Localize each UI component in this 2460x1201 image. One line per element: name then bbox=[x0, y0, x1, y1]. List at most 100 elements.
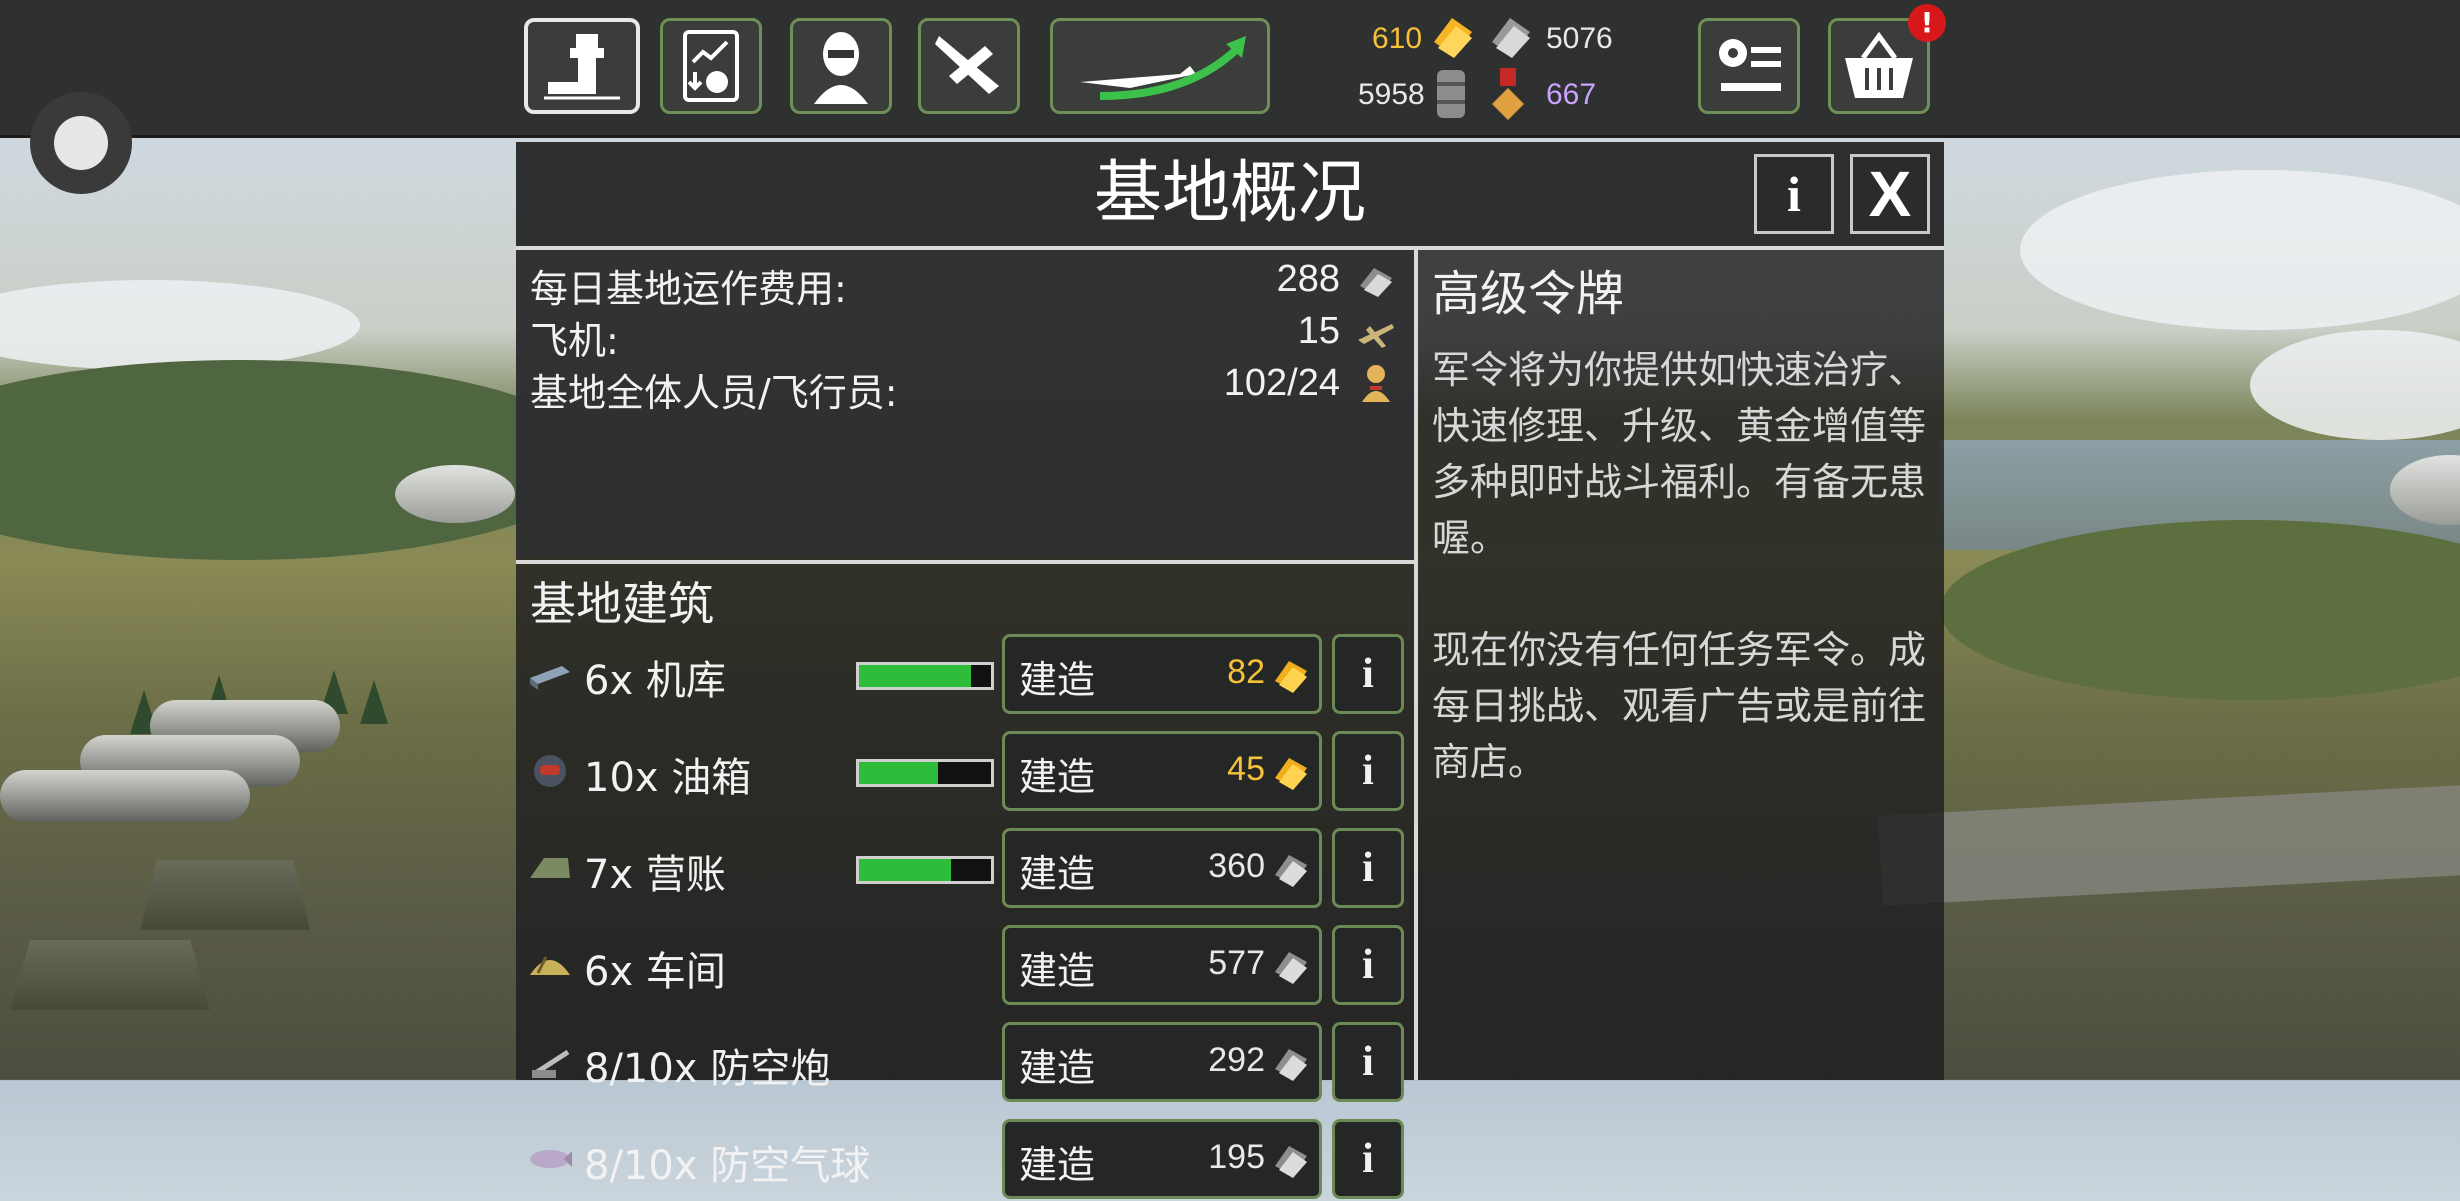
base-stats: 每日基地运作费用: 288 飞机: 15 基地全体人员/飞行员: 102/24 bbox=[516, 250, 1414, 558]
building-info-button[interactable]: i bbox=[1332, 731, 1404, 811]
fuel-tank bbox=[0, 770, 250, 822]
base-overview-tab[interactable] bbox=[524, 18, 640, 114]
silver-icon bbox=[1271, 851, 1311, 889]
building-row-workshop: 6x 车间 建造 577 i bbox=[516, 923, 1414, 1007]
settings-button[interactable] bbox=[1698, 18, 1800, 114]
aircraft-label: 飞机: bbox=[530, 319, 619, 363]
build-progress-bar bbox=[856, 662, 994, 690]
view-toggle-button[interactable] bbox=[30, 92, 132, 194]
panel-info-button[interactable]: i bbox=[1754, 154, 1834, 234]
shopping-basket-icon bbox=[1845, 31, 1913, 98]
build-cost: 82 bbox=[1227, 653, 1265, 691]
plane-icon bbox=[1358, 324, 1394, 348]
panel-title: 基地概况 bbox=[1093, 154, 1366, 233]
info-icon: i bbox=[1362, 942, 1374, 988]
fighter-plane-icon bbox=[935, 36, 999, 94]
premium-orders-status: 现在你没有任何任务军令。成每日挑战、观看广告或是前往商店。 bbox=[1432, 628, 1927, 784]
cloud bbox=[2250, 330, 2460, 440]
info-icon: i bbox=[1362, 748, 1374, 794]
building-info-button[interactable]: i bbox=[1332, 1119, 1404, 1199]
barrage-balloon-icon bbox=[528, 1139, 572, 1179]
info-icon: i bbox=[1362, 845, 1374, 891]
section-divider bbox=[516, 560, 1414, 564]
build-button[interactable]: 建造 195 bbox=[1002, 1119, 1322, 1199]
close-icon: X bbox=[1868, 158, 1912, 230]
tree bbox=[360, 680, 388, 724]
silver-count: 5076 bbox=[1546, 22, 1613, 55]
build-progress-fill bbox=[859, 762, 939, 784]
info-icon: i bbox=[1362, 1039, 1374, 1085]
personnel-label: 基地全体人员/飞行员: bbox=[530, 371, 898, 415]
runway bbox=[1878, 784, 2460, 906]
fuel-tank-icon bbox=[528, 751, 572, 791]
building-row-fuel-tank: 10x 油箱 建造 45 i bbox=[516, 729, 1414, 813]
medal-icon bbox=[1492, 68, 1524, 120]
pilots-tab[interactable] bbox=[790, 18, 892, 114]
close-button[interactable]: X bbox=[1850, 154, 1930, 234]
building-row-hangar: 6x 机库 建造 82 i bbox=[516, 632, 1414, 716]
build-progress-fill bbox=[859, 665, 972, 687]
build-button[interactable]: 建造 45 bbox=[1002, 731, 1322, 811]
building-label: 10x 油箱 bbox=[584, 755, 752, 801]
personnel-value: 102/24 bbox=[1223, 362, 1340, 404]
pilot-badge-icon bbox=[1362, 365, 1390, 402]
aircraft-tab[interactable] bbox=[918, 18, 1020, 114]
hill bbox=[0, 360, 600, 560]
silver-icon bbox=[1271, 1045, 1311, 1083]
daily-cost-value: 288 bbox=[1276, 258, 1340, 300]
statistics-tab[interactable] bbox=[660, 18, 762, 114]
building-label: 8/10x 防空气球 bbox=[584, 1143, 871, 1189]
build-button-label: 建造 bbox=[1019, 1046, 1096, 1090]
tent bbox=[140, 860, 310, 930]
fuel-barrel-icon bbox=[1437, 70, 1465, 118]
building-info-button[interactable]: i bbox=[1332, 828, 1404, 908]
build-button[interactable]: 建造 360 bbox=[1002, 828, 1322, 908]
top-bar: 610 5076 5958 667 ! bbox=[0, 0, 2460, 138]
silver-icon bbox=[1360, 268, 1392, 297]
info-icon: i bbox=[1362, 651, 1374, 697]
building-info-button[interactable]: i bbox=[1332, 634, 1404, 714]
gold-icon bbox=[1271, 754, 1311, 792]
silver-bars-icon bbox=[1492, 18, 1530, 58]
aircraft-value: 15 bbox=[1297, 310, 1340, 352]
chart-icon bbox=[683, 30, 739, 102]
build-button[interactable]: 建造 82 bbox=[1002, 634, 1322, 714]
column-divider bbox=[1414, 250, 1418, 1080]
build-cost: 292 bbox=[1208, 1041, 1265, 1079]
anti-aircraft-gun-icon bbox=[528, 1042, 572, 1082]
daily-cost-label: 每日基地运作费用: bbox=[530, 267, 847, 311]
building-row-barrage-balloon: 8/10x 防空气球 建造 195 i bbox=[516, 1117, 1414, 1201]
build-button[interactable]: 建造 577 bbox=[1002, 925, 1322, 1005]
cloud bbox=[2020, 170, 2460, 330]
fuel-count: 5958 bbox=[1358, 78, 1425, 111]
build-cost: 45 bbox=[1227, 750, 1265, 788]
silver-icon bbox=[1271, 948, 1311, 986]
build-button-label: 建造 bbox=[1019, 755, 1096, 799]
medals-count: 667 bbox=[1546, 78, 1597, 111]
cloud bbox=[0, 280, 360, 370]
build-button[interactable]: 建造 292 bbox=[1002, 1022, 1322, 1102]
upgrade-tab[interactable] bbox=[1050, 18, 1270, 114]
building-row-barracks: 7x 营账 建造 360 i bbox=[516, 826, 1414, 910]
silver-icon bbox=[1271, 1142, 1311, 1180]
pilot-icon bbox=[814, 32, 868, 104]
building-info-button[interactable]: i bbox=[1332, 925, 1404, 1005]
premium-orders-title: 高级令牌 bbox=[1432, 266, 1625, 322]
settings-gear-icon bbox=[1719, 39, 1781, 91]
plane-upgrade-icon bbox=[1080, 36, 1246, 100]
building-info-button[interactable]: i bbox=[1332, 1022, 1404, 1102]
base-overview-panel: 基地概况 i X 每日基地运作费用: 288 飞机: 15 基地全体人员/飞行员… bbox=[516, 142, 1944, 1199]
build-progress-bar bbox=[856, 759, 994, 787]
tent bbox=[10, 940, 210, 1010]
toggle-knob bbox=[54, 116, 108, 170]
build-cost: 577 bbox=[1208, 944, 1265, 982]
barrage-balloon bbox=[395, 465, 515, 523]
notification-badge: ! bbox=[1908, 4, 1946, 42]
gold-bars-icon bbox=[1434, 18, 1472, 58]
info-icon: i bbox=[1362, 1136, 1374, 1182]
building-label: 7x 营账 bbox=[584, 852, 726, 898]
build-progress-fill bbox=[859, 859, 952, 881]
build-progress-bar bbox=[856, 856, 994, 884]
building-label: 8/10x 防空炮 bbox=[584, 1046, 831, 1092]
building-label: 6x 车间 bbox=[584, 949, 726, 995]
